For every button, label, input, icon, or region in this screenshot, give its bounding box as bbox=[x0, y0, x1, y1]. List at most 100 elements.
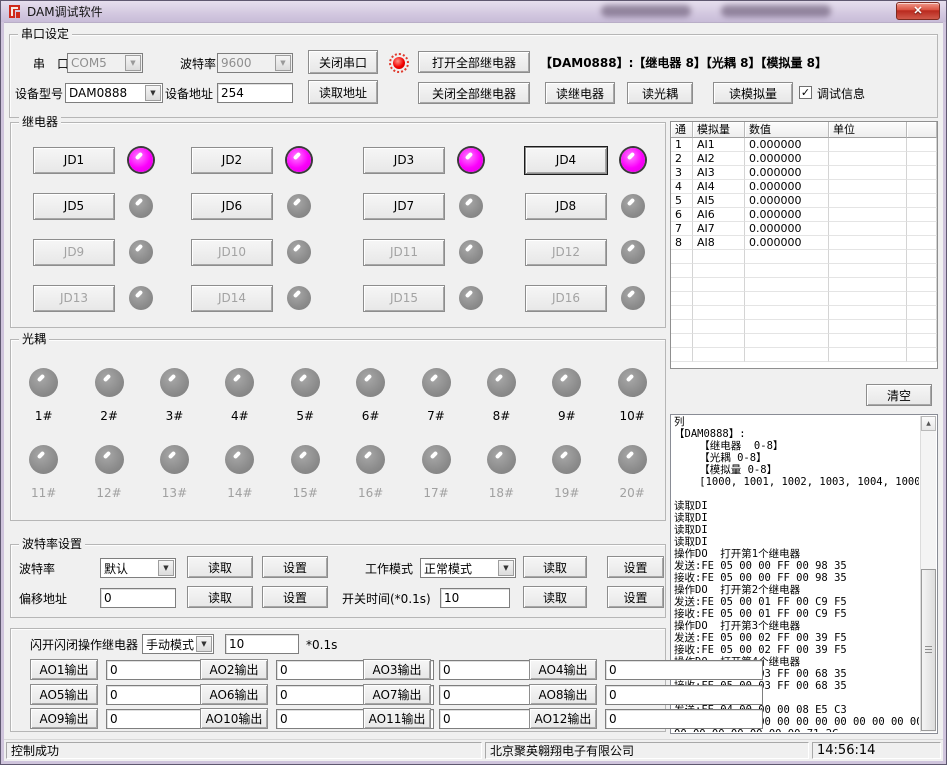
device-model-value: DAM0888 bbox=[66, 86, 144, 100]
ao-output-button-5[interactable]: AO5输出 bbox=[30, 684, 98, 705]
flash-mode-select[interactable]: 手动模式 ▼ bbox=[142, 634, 214, 654]
work-mode-value: 正常模式 bbox=[421, 560, 497, 577]
relay-button-12[interactable]: JD12 bbox=[525, 239, 607, 266]
relay-cell: JD13 bbox=[33, 275, 191, 321]
baud-rate-select[interactable]: 默认 ▼ bbox=[100, 558, 176, 578]
relay-button-4[interactable]: JD4 bbox=[525, 147, 607, 174]
baud-read-button[interactable]: 读取 bbox=[187, 556, 253, 578]
com-port-select[interactable]: COM5 ▼ bbox=[67, 53, 143, 73]
flash-time-input[interactable] bbox=[225, 634, 299, 654]
offset-address-input[interactable] bbox=[100, 588, 176, 608]
analog-table-header-cell[interactable]: 数值 bbox=[745, 122, 829, 138]
opto-led-icon bbox=[422, 368, 451, 397]
close-button[interactable]: ✕ bbox=[896, 2, 940, 20]
relay-button-16[interactable]: JD16 bbox=[525, 285, 607, 312]
scrollbar-thumb[interactable] bbox=[921, 569, 936, 731]
table-cell bbox=[907, 250, 937, 264]
relay-cell: JD12 bbox=[525, 229, 665, 275]
ao-output-button-6[interactable]: AO6输出 bbox=[200, 684, 268, 705]
table-cell bbox=[829, 250, 907, 264]
clear-log-button[interactable]: 清空 bbox=[866, 384, 932, 406]
baud-select[interactable]: 9600 ▼ bbox=[217, 53, 293, 73]
ao-output-button-10[interactable]: AO10输出 bbox=[200, 708, 268, 729]
read-address-button[interactable]: 读取地址 bbox=[308, 80, 378, 104]
relay-button-1[interactable]: JD1 bbox=[33, 147, 115, 174]
close-all-relays-button[interactable]: 关闭全部继电器 bbox=[418, 82, 530, 104]
table-cell: AI2 bbox=[693, 152, 745, 166]
work-mode-read-button[interactable]: 读取 bbox=[523, 556, 587, 578]
work-mode-select[interactable]: 正常模式 ▼ bbox=[420, 558, 516, 578]
ao-output-button-3[interactable]: AO3输出 bbox=[363, 659, 431, 680]
ao-output-button-7[interactable]: AO7输出 bbox=[363, 684, 431, 705]
relay-button-5[interactable]: JD5 bbox=[33, 193, 115, 220]
relay-button-10[interactable]: JD10 bbox=[191, 239, 273, 266]
table-row: 7AI70.000000 bbox=[671, 222, 937, 236]
opto-channel: 1# bbox=[29, 368, 58, 423]
table-row: 1AI10.000000 bbox=[671, 138, 937, 152]
relay-button-13[interactable]: JD13 bbox=[33, 285, 115, 312]
scrollbar-up-button[interactable]: ▲ bbox=[921, 416, 936, 431]
analog-table-header-cell[interactable]: 通 bbox=[671, 122, 693, 138]
ao-output-button-2[interactable]: AO2输出 bbox=[200, 659, 268, 680]
offset-set-button[interactable]: 设置 bbox=[262, 586, 328, 608]
switch-time-set-button[interactable]: 设置 bbox=[607, 586, 664, 608]
ao-output-input-4[interactable] bbox=[605, 660, 763, 680]
chevron-down-icon: ▼ bbox=[158, 560, 174, 576]
app-icon bbox=[7, 4, 22, 19]
log-scrollbar[interactable]: ▲ bbox=[920, 416, 936, 732]
relay-button-7[interactable]: JD7 bbox=[363, 193, 445, 220]
ao-output-button-9[interactable]: AO9输出 bbox=[30, 708, 98, 729]
opto-channel: 19# bbox=[552, 445, 581, 500]
ao-output-input-12[interactable] bbox=[605, 709, 763, 729]
relay-button-9[interactable]: JD9 bbox=[33, 239, 115, 266]
relay-button-8[interactable]: JD8 bbox=[525, 193, 607, 220]
analog-table-header-cell[interactable]: 模拟量 bbox=[693, 122, 745, 138]
ao-output-button-1[interactable]: AO1输出 bbox=[30, 659, 98, 680]
offset-read-button[interactable]: 读取 bbox=[187, 586, 253, 608]
close-serial-button[interactable]: 关闭串口 bbox=[308, 50, 378, 74]
read-opto-button[interactable]: 读光耦 bbox=[627, 82, 693, 104]
close-icon: ✕ bbox=[913, 6, 922, 17]
baud-rate-label: 波特率 bbox=[19, 562, 55, 576]
read-relays-button[interactable]: 读继电器 bbox=[545, 82, 615, 104]
ao-output-button-11[interactable]: AO11输出 bbox=[363, 708, 431, 729]
relay-button-14[interactable]: JD14 bbox=[191, 285, 273, 312]
relay-button-6[interactable]: JD6 bbox=[191, 193, 273, 220]
table-row: 3AI30.000000 bbox=[671, 166, 937, 180]
ao-output-cell: AO8输出 bbox=[529, 684, 659, 705]
relay-button-3[interactable]: JD3 bbox=[363, 147, 445, 174]
table-cell bbox=[745, 292, 829, 306]
relay-button-2[interactable]: JD2 bbox=[191, 147, 273, 174]
table-cell: 3 bbox=[671, 166, 693, 180]
relay-led-icon bbox=[287, 194, 311, 218]
table-cell bbox=[907, 320, 937, 334]
device-model-select[interactable]: DAM0888 ▼ bbox=[65, 83, 163, 103]
debug-info-checkbox[interactable]: ✓ bbox=[799, 86, 812, 99]
table-row bbox=[671, 334, 937, 348]
titlebar[interactable]: DAM调试软件 ✕ bbox=[1, 1, 946, 22]
opto-led-icon bbox=[160, 445, 189, 474]
table-cell bbox=[829, 278, 907, 292]
relay-button-11[interactable]: JD11 bbox=[363, 239, 445, 266]
analog-table-header-cell[interactable]: 单位 bbox=[829, 122, 907, 138]
table-cell bbox=[907, 292, 937, 306]
open-all-relays-button[interactable]: 打开全部继电器 bbox=[418, 51, 530, 73]
read-analog-button[interactable]: 读模拟量 bbox=[713, 82, 793, 104]
ao-output-button-8[interactable]: AO8输出 bbox=[529, 684, 597, 705]
baud-set-button[interactable]: 设置 bbox=[262, 556, 328, 578]
ao-output-button-12[interactable]: AO12输出 bbox=[529, 708, 597, 729]
opto-label: 5# bbox=[296, 409, 314, 423]
work-mode-set-button[interactable]: 设置 bbox=[607, 556, 664, 578]
ao-output-input-8[interactable] bbox=[605, 685, 763, 705]
switch-time-input[interactable] bbox=[440, 588, 510, 608]
relay-led-icon bbox=[459, 286, 483, 310]
table-cell bbox=[745, 306, 829, 320]
switch-time-label: 开关时间(*0.1s) bbox=[342, 592, 431, 606]
analog-table-header-cell[interactable] bbox=[907, 122, 937, 138]
relay-button-15[interactable]: JD15 bbox=[363, 285, 445, 312]
device-address-input[interactable] bbox=[217, 83, 293, 103]
ao-output-button-4[interactable]: AO4输出 bbox=[529, 659, 597, 680]
switch-time-read-button[interactable]: 读取 bbox=[523, 586, 587, 608]
opto-led-icon bbox=[618, 445, 647, 474]
opto-channel: 17# bbox=[422, 445, 451, 500]
